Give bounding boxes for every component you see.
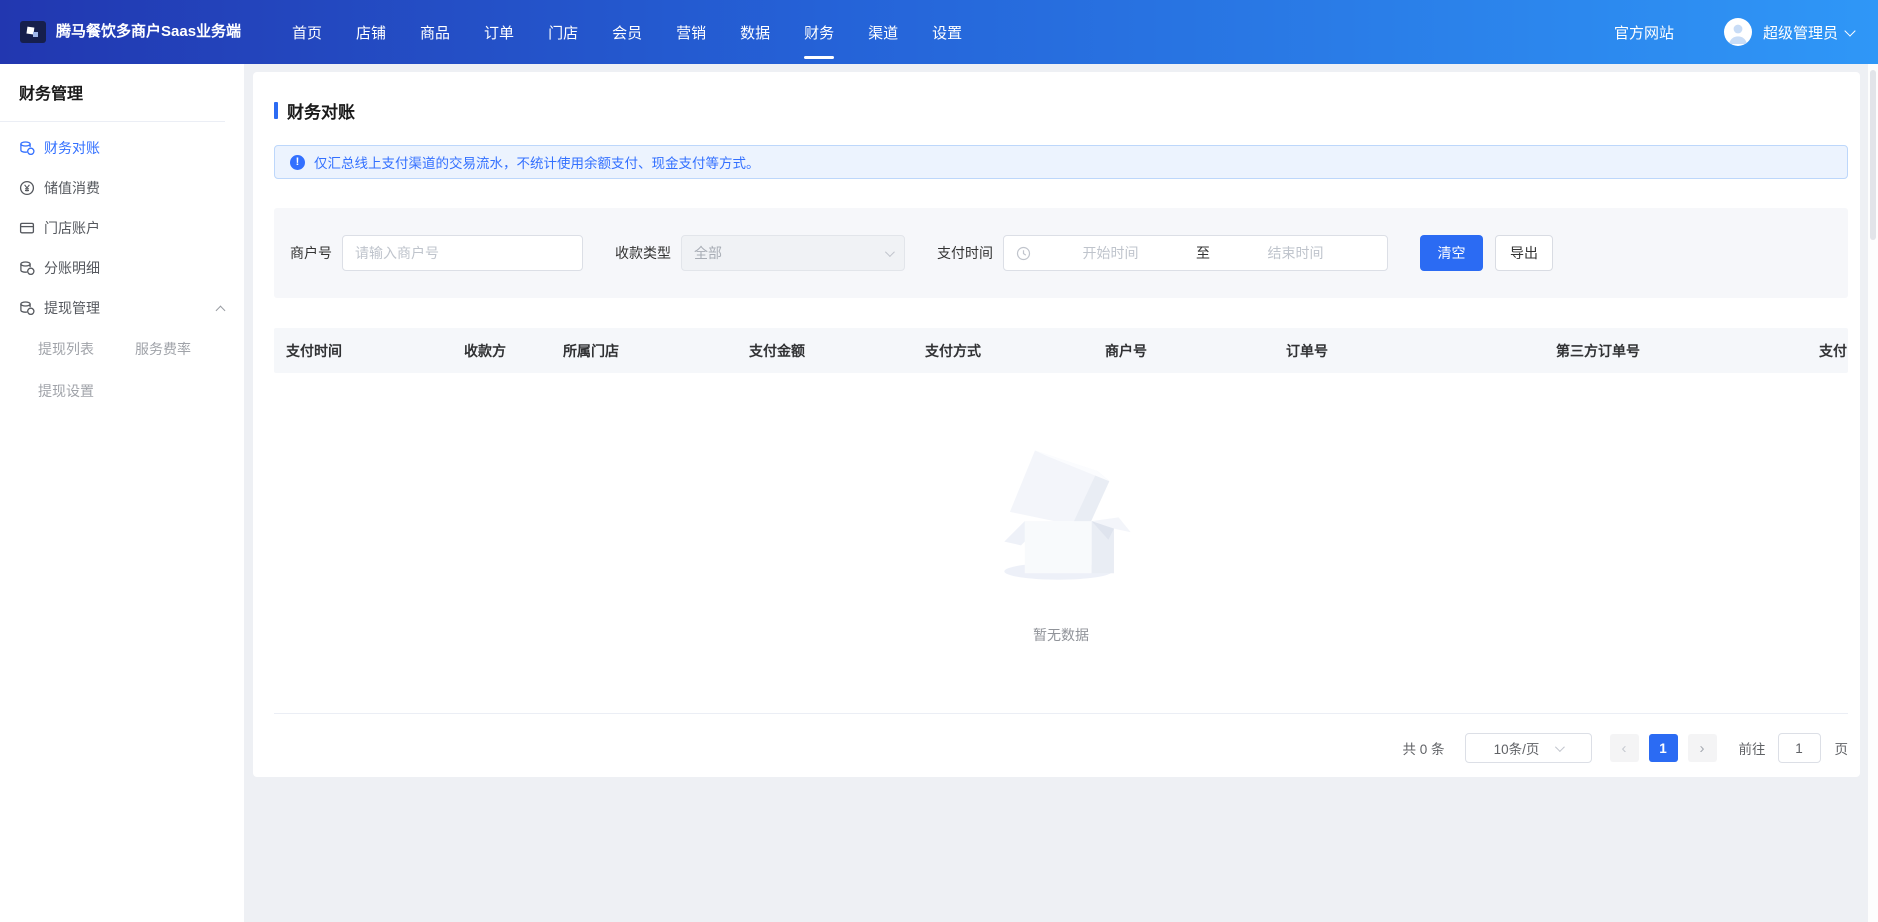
sidebar-item-finance-reconciliation[interactable]: 财务对账 bbox=[0, 128, 244, 168]
page-number-1[interactable]: 1 bbox=[1649, 734, 1678, 762]
chevron-down-icon bbox=[885, 247, 895, 257]
prev-page-button[interactable]: ‹ bbox=[1610, 734, 1639, 762]
column-header-order-id: 订单号 bbox=[1286, 341, 1556, 361]
sidebar-title: 财务管理 bbox=[19, 80, 244, 104]
table-empty-state: 暂无数据 bbox=[274, 373, 1848, 714]
nav-item-home[interactable]: 首页 bbox=[292, 18, 322, 47]
chevron-down-icon bbox=[1555, 742, 1565, 752]
brand: 腾马餐饮多商户Saas业务端 bbox=[20, 21, 270, 43]
clear-button[interactable]: 清空 bbox=[1420, 235, 1483, 271]
start-time-placeholder[interactable]: 开始时间 bbox=[1031, 243, 1190, 263]
total-count: 共 0 条 bbox=[1402, 738, 1444, 758]
top-menu: 首页 店铺 商品 订单 门店 会员 营销 数据 财务 渠道 设置 bbox=[292, 18, 962, 47]
chevron-up-icon[interactable] bbox=[216, 305, 226, 315]
user-avatar[interactable] bbox=[1724, 18, 1752, 46]
sidebar-item-split-detail[interactable]: 分账明细 bbox=[0, 248, 244, 288]
alert-text: 仅汇总线上支付渠道的交易流水，不统计使用余额支付、现金支付等方式。 bbox=[314, 152, 760, 172]
nav-item-data[interactable]: 数据 bbox=[740, 18, 770, 47]
sidebar-item-label: 提现管理 bbox=[44, 298, 100, 318]
export-button[interactable]: 导出 bbox=[1495, 235, 1553, 271]
nav-item-members[interactable]: 会员 bbox=[612, 18, 642, 47]
page-size-value: 10条/页 bbox=[1494, 738, 1540, 758]
sidebar-divider bbox=[0, 121, 225, 122]
vertical-scrollbar[interactable] bbox=[1868, 64, 1878, 922]
chevron-down-icon[interactable] bbox=[1844, 25, 1855, 36]
coins-icon bbox=[19, 260, 35, 276]
page-unit-label: 页 bbox=[1835, 738, 1849, 758]
range-separator: 至 bbox=[1190, 243, 1216, 263]
main-content: 财务对账 ! 仅汇总线上支付渠道的交易流水，不统计使用余额支付、现金支付等方式。… bbox=[244, 64, 1878, 922]
top-navbar: 腾马餐饮多商户Saas业务端 首页 店铺 商品 订单 门店 会员 营销 数据 财… bbox=[0, 0, 1878, 64]
nav-item-finance[interactable]: 财务 bbox=[804, 18, 834, 47]
goto-label: 前往 bbox=[1739, 738, 1766, 758]
coins-icon bbox=[19, 140, 35, 156]
sidebar-item-label: 门店账户 bbox=[44, 218, 100, 238]
sidebar-subrow: 提现列表 服务费率 bbox=[0, 328, 244, 370]
column-header-pay-method: 支付方式 bbox=[925, 341, 1105, 361]
merchant-id-label: 商户号 bbox=[290, 243, 332, 263]
sidebar-item-store-account[interactable]: 门店账户 bbox=[0, 208, 244, 248]
content-card: 财务对账 ! 仅汇总线上支付渠道的交易流水，不统计使用余额支付、现金支付等方式。… bbox=[253, 72, 1860, 777]
clock-icon bbox=[1016, 246, 1031, 261]
payment-type-value: 全部 bbox=[694, 243, 722, 263]
navbar-right: 官方网站 超级管理员 bbox=[1614, 18, 1854, 46]
sidebar-item-label: 财务对账 bbox=[44, 138, 100, 158]
payment-time-range-picker[interactable]: 开始时间 至 结束时间 bbox=[1003, 235, 1388, 271]
goto-page-input[interactable] bbox=[1778, 733, 1821, 763]
sidebar-subrow: 提现设置 bbox=[0, 370, 244, 412]
column-header-amount: 支付金额 bbox=[749, 341, 925, 361]
nav-item-stores[interactable]: 门店 bbox=[548, 18, 578, 47]
yuan-circle-icon bbox=[19, 180, 35, 196]
logo-icon bbox=[20, 21, 46, 43]
page-title-text: 财务对账 bbox=[287, 98, 355, 123]
merchant-id-input[interactable] bbox=[342, 235, 583, 271]
coins-icon bbox=[19, 300, 35, 316]
sidebar-item-stored-value[interactable]: 储值消费 bbox=[0, 168, 244, 208]
page-title: 财务对账 bbox=[274, 98, 1848, 123]
title-accent-bar bbox=[274, 102, 278, 119]
info-icon: ! bbox=[290, 155, 305, 170]
person-icon bbox=[1724, 18, 1752, 46]
sidebar: 财务管理 财务对账 储值消费 门店账户 bbox=[0, 64, 244, 922]
next-page-button[interactable]: › bbox=[1688, 734, 1717, 762]
sidebar-subitem-service-rate[interactable]: 服务费率 bbox=[135, 328, 232, 370]
nav-item-goods[interactable]: 商品 bbox=[420, 18, 450, 47]
card-icon bbox=[19, 220, 35, 236]
filter-bar: 商户号 收款类型 全部 支付时间 开始时间 至 结束时间 bbox=[274, 208, 1848, 298]
column-header-store: 所属门店 bbox=[563, 341, 749, 361]
table-header: 支付时间 收款方 所属门店 支付金额 支付方式 商户号 订单号 第三方订单号 支… bbox=[274, 328, 1848, 373]
payment-type-select[interactable]: 全部 bbox=[681, 235, 905, 271]
brand-title: 腾马餐饮多商户Saas业务端 bbox=[56, 22, 246, 42]
column-header-thirdparty-order-id: 第三方订单号 bbox=[1556, 341, 1819, 361]
user-name[interactable]: 超级管理员 bbox=[1763, 22, 1838, 43]
payment-type-label: 收款类型 bbox=[615, 243, 671, 263]
official-site-link[interactable]: 官方网站 bbox=[1614, 22, 1674, 43]
empty-box-illustration bbox=[982, 435, 1140, 585]
nav-item-shop[interactable]: 店铺 bbox=[356, 18, 386, 47]
column-header-pay-status-truncated: 支付 bbox=[1819, 341, 1848, 361]
sidebar-item-withdraw-management[interactable]: 提现管理 bbox=[0, 288, 244, 328]
sidebar-item-label: 分账明细 bbox=[44, 258, 100, 278]
page-size-select[interactable]: 10条/页 bbox=[1465, 733, 1592, 763]
empty-text: 暂无数据 bbox=[1033, 625, 1089, 645]
sidebar-subitem-withdraw-settings[interactable]: 提现设置 bbox=[38, 370, 135, 412]
nav-item-channels[interactable]: 渠道 bbox=[868, 18, 898, 47]
end-time-placeholder[interactable]: 结束时间 bbox=[1216, 243, 1375, 263]
info-alert: ! 仅汇总线上支付渠道的交易流水，不统计使用余额支付、现金支付等方式。 bbox=[274, 145, 1848, 179]
payment-time-label: 支付时间 bbox=[937, 243, 993, 263]
nav-item-settings[interactable]: 设置 bbox=[932, 18, 962, 47]
scrollbar-thumb[interactable] bbox=[1870, 70, 1876, 240]
column-header-pay-time: 支付时间 bbox=[286, 341, 464, 361]
nav-item-marketing[interactable]: 营销 bbox=[676, 18, 706, 47]
pagination: 共 0 条 10条/页 ‹ 1 › 前往 页 bbox=[274, 733, 1848, 763]
column-header-payee: 收款方 bbox=[464, 341, 563, 361]
sidebar-subitem-withdraw-list[interactable]: 提现列表 bbox=[38, 328, 135, 370]
sidebar-item-label: 储值消费 bbox=[44, 178, 100, 198]
nav-item-orders[interactable]: 订单 bbox=[484, 18, 514, 47]
column-header-merchant-id: 商户号 bbox=[1105, 341, 1286, 361]
